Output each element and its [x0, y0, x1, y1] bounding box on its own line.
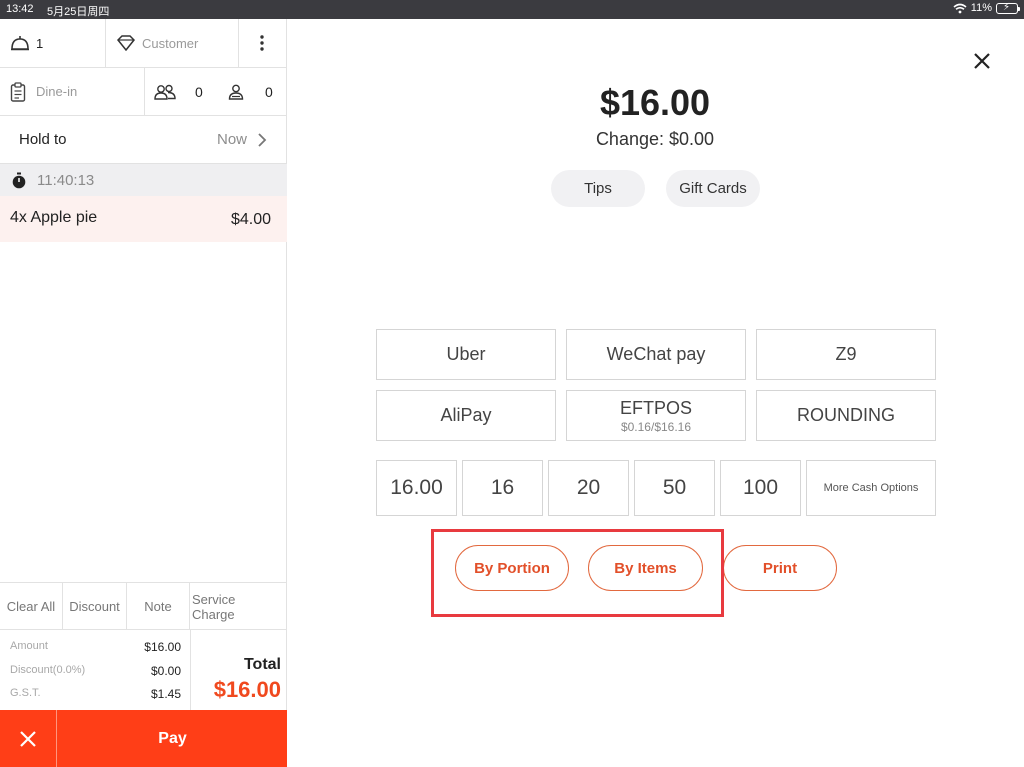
order-summary: Amount $16.00 Discount(0.0%) $0.00 G.S.T… [0, 630, 287, 710]
cash-option-20[interactable]: 20 [548, 460, 629, 516]
highlight-box [431, 529, 724, 617]
customer-placeholder: Customer [142, 35, 199, 51]
change-amount: Change: $0.00 [595, 129, 715, 149]
payment-method-alipay[interactable]: AliPay [376, 390, 556, 441]
cancel-button[interactable] [0, 710, 57, 767]
service-charge-button[interactable]: Service Charge [190, 583, 262, 630]
order-panel: 1 Customer Dine-in 0 0 Hold to Now 11:40… [0, 19, 287, 767]
person-icon [228, 84, 244, 100]
order-info-row: Dine-in 0 0 [0, 68, 287, 116]
clear-all-button[interactable]: Clear All [0, 583, 63, 630]
payment-method-rounding[interactable]: ROUNDING [756, 390, 936, 441]
gift-cards-button[interactable]: Gift Cards [666, 170, 760, 207]
order-header-row: 1 Customer [0, 19, 287, 68]
order-timestamp-row: 11:40:13 [0, 164, 287, 196]
battery-icon: ⚡ [996, 2, 1020, 14]
payment-amount: $16.00 [599, 82, 711, 123]
group-icon [154, 84, 176, 100]
print-button[interactable]: Print [723, 545, 837, 591]
pay-button[interactable]: Pay [58, 710, 287, 767]
table-number: 1 [36, 35, 44, 51]
person-count: 0 [265, 83, 273, 100]
cash-option-exact[interactable]: 16.00 [376, 460, 457, 516]
table-selector[interactable]: 1 [10, 19, 43, 67]
hold-value: Now [216, 131, 247, 148]
payment-method-label: Uber [446, 344, 486, 364]
payment-method-label: EFTPOS [619, 397, 692, 418]
hold-label: Hold to [19, 131, 67, 148]
discount-label: Discount(0.0%) [10, 664, 86, 676]
order-type-selector[interactable]: Dine-in [10, 68, 77, 115]
order-timestamp: 11:40:13 [37, 171, 95, 189]
order-type-label: Dine-in [36, 84, 78, 99]
total-label: Total [243, 656, 281, 673]
gst-row: G.S.T. $1.45 [10, 687, 181, 701]
cash-option-16[interactable]: 16 [462, 460, 543, 516]
guest-count-selector[interactable]: 0 [154, 68, 203, 115]
status-right: 11% ⚡ [953, 2, 1020, 14]
stopwatch-icon [12, 172, 26, 188]
battery-percent: 11% [970, 2, 992, 14]
person-count-selector[interactable]: 0 [228, 68, 273, 115]
item-name: 4x Apple pie [10, 209, 98, 226]
close-icon [20, 730, 36, 747]
more-vertical-icon [260, 35, 264, 51]
discount-value: $0.00 [150, 664, 181, 678]
payment-method-label: WeChat pay [606, 344, 706, 364]
payment-method-label: ROUNDING [797, 405, 895, 425]
service-bell-icon [11, 36, 29, 51]
order-actions: Clear All Discount Note Service Charge [0, 582, 287, 630]
more-menu-button[interactable] [252, 19, 272, 67]
cash-option-100[interactable]: 100 [720, 460, 801, 516]
close-payment-button[interactable] [970, 49, 994, 73]
note-button[interactable]: Note [127, 583, 190, 630]
hold-row[interactable]: Hold to Now [0, 116, 287, 164]
payment-method-uber[interactable]: Uber [376, 329, 556, 380]
clipboard-icon [10, 81, 26, 102]
total-box: Total $16.00 [190, 630, 287, 710]
cash-option-50[interactable]: 50 [634, 460, 715, 516]
gst-value: $1.45 [150, 687, 181, 701]
status-time: 13:42 [6, 3, 34, 15]
total-value: $16.00 [213, 677, 281, 702]
gst-label: G.S.T. [10, 687, 41, 699]
payment-method-label: AliPay [440, 405, 492, 425]
guest-count: 0 [195, 83, 203, 100]
customer-selector[interactable]: Customer [116, 19, 198, 67]
close-icon [974, 53, 990, 69]
amount-row: Amount $16.00 [10, 640, 181, 654]
more-cash-options-button[interactable]: More Cash Options [806, 460, 936, 516]
list-item[interactable]: 4x Apple pie $4.00 [0, 196, 287, 242]
wifi-icon [953, 3, 967, 13]
payment-method-z9[interactable]: Z9 [756, 329, 936, 380]
payment-method-label: Z9 [835, 344, 857, 364]
amount-value: $16.00 [144, 640, 181, 654]
pay-bar: Pay [0, 710, 287, 767]
payment-method-wechat-pay[interactable]: WeChat pay [566, 329, 746, 380]
amount-label: Amount [10, 640, 48, 652]
chevron-right-icon [258, 132, 267, 147]
discount-button[interactable]: Discount [63, 583, 127, 630]
status-date: 5月25日周四 [47, 6, 110, 18]
item-price: $4.00 [230, 211, 271, 228]
discount-row: Discount(0.0%) $0.00 [10, 664, 181, 678]
status-bar: 13:42 5月25日周四 11% ⚡ [0, 0, 1024, 19]
diamond-icon [116, 35, 136, 51]
eftpos-surcharge: $0.16/$16.16 [620, 419, 692, 434]
payment-method-eftpos[interactable]: EFTPOS $0.16/$16.16 [566, 390, 746, 441]
tips-button[interactable]: Tips [551, 170, 645, 207]
